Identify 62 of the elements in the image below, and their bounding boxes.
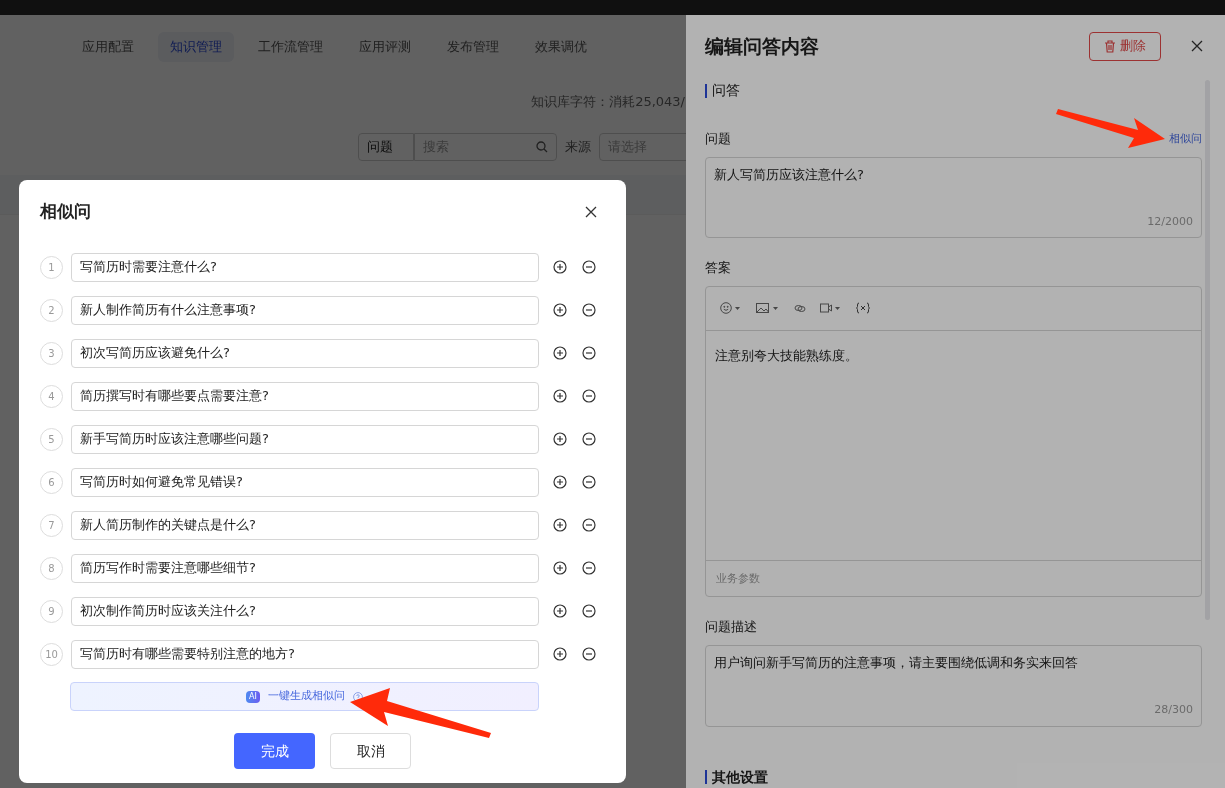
generate-similar-button[interactable]: AI 一键生成相似问 — [70, 682, 539, 711]
trash-icon — [1104, 39, 1116, 53]
parameters-hint: 业务参数 — [716, 570, 760, 587]
add-icon[interactable] — [553, 346, 567, 360]
question-input[interactable]: 写简历时有哪些需要特别注意的地方? — [71, 639, 539, 669]
add-icon[interactable] — [553, 389, 567, 403]
add-icon[interactable] — [553, 561, 567, 575]
remove-icon[interactable] — [582, 389, 596, 403]
drawer-title: 编辑问答内容 — [705, 33, 819, 59]
add-icon[interactable] — [553, 260, 567, 274]
section-title: 其他设置 — [712, 768, 768, 787]
remove-icon[interactable] — [582, 475, 596, 489]
remove-icon[interactable] — [582, 346, 596, 360]
similar-questions-link[interactable]: 相似问 — [1169, 130, 1202, 148]
question-input[interactable]: 简历写作时需要注意哪些细节? — [71, 553, 539, 583]
section-title: 问答 — [712, 81, 740, 101]
dialog-title: 相似问 — [40, 199, 91, 223]
usage-text: 知识库字符：消耗25,043/ — [531, 92, 685, 111]
source-label: 来源 — [565, 138, 591, 157]
ai-badge: AI — [246, 690, 260, 703]
help-icon — [352, 691, 363, 702]
add-icon[interactable] — [553, 475, 567, 489]
question-input[interactable]: 新人制作简历有什么注意事项? — [71, 295, 539, 325]
close-icon[interactable] — [585, 205, 597, 218]
question-label: 问题 — [705, 130, 731, 149]
remove-icon[interactable] — [582, 432, 596, 446]
question-input[interactable]: 初次写简历应该避免什么? — [71, 338, 539, 368]
add-icon[interactable] — [553, 518, 567, 532]
video-icon[interactable] — [820, 302, 842, 315]
add-icon[interactable] — [553, 432, 567, 446]
question-input[interactable]: 写简历时如何避免常见错误? — [71, 467, 539, 497]
add-icon[interactable] — [553, 647, 567, 661]
cancel-button[interactable]: 取消 — [330, 733, 411, 769]
remove-icon[interactable] — [582, 561, 596, 575]
emoji-icon[interactable] — [720, 302, 742, 315]
question-input[interactable]: 新手写简历时应该注意哪些问题? — [71, 424, 539, 454]
confirm-button[interactable]: 完成 — [234, 733, 315, 769]
description-label: 问题描述 — [705, 618, 758, 637]
answer-text: 注意别夸大技能熟练度。 — [715, 347, 858, 363]
question-input[interactable]: 新人简历制作的关键点是什么? — [71, 510, 539, 540]
question-textarea[interactable]: 新人写简历应该注意什么? 12/2000 — [705, 156, 1202, 239]
question-input[interactable]: 初次制作简历时应该关注什么? — [71, 596, 539, 626]
remove-icon[interactable] — [582, 647, 596, 661]
char-counter: 12/2000 — [1147, 213, 1193, 230]
delete-button[interactable]: 删除 — [1089, 31, 1161, 61]
answer-label: 答案 — [705, 259, 732, 278]
remove-icon[interactable] — [582, 260, 596, 274]
question-input[interactable]: 简历撰写时有哪些要点需要注意? — [71, 381, 539, 411]
add-icon[interactable] — [553, 604, 567, 618]
answer-editor[interactable]: 注意别夸大技能熟练度。 业务参数 — [705, 285, 1202, 598]
remove-icon[interactable] — [582, 604, 596, 618]
remove-icon[interactable] — [582, 303, 596, 317]
add-icon[interactable] — [553, 303, 567, 317]
remove-icon[interactable] — [582, 518, 596, 532]
search-icon — [536, 141, 548, 153]
variable-icon[interactable] — [856, 302, 870, 315]
question-input[interactable]: 写简历时需要注意什么? — [71, 252, 539, 282]
char-counter: 28/300 — [1154, 702, 1193, 719]
image-icon[interactable] — [756, 302, 780, 315]
close-icon[interactable] — [1191, 40, 1203, 53]
description-textarea[interactable]: 用户询问新手写简历的注意事项，请主要围绕低调和务实来回答 28/300 — [705, 644, 1202, 727]
link-icon[interactable] — [794, 302, 806, 315]
